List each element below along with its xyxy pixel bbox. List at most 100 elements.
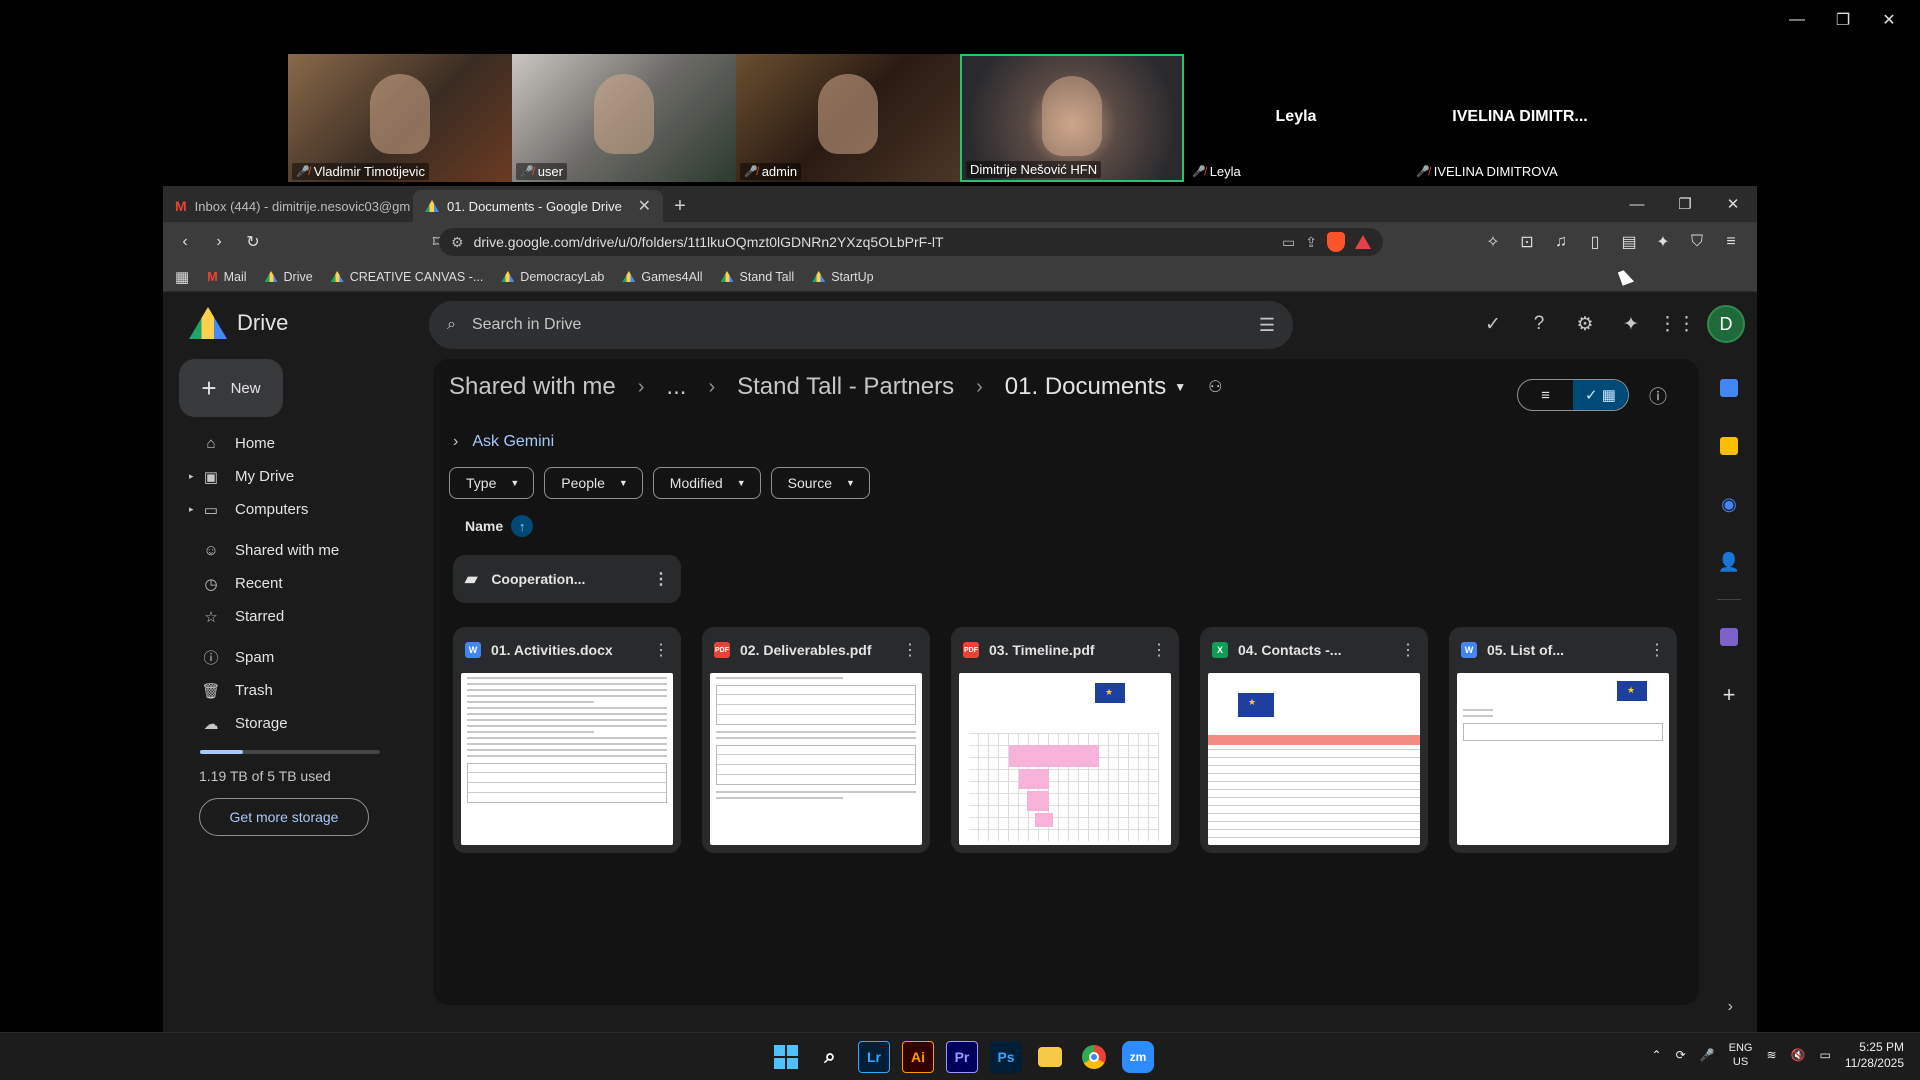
sidebar-item-spam[interactable]: ⓘ Spam	[163, 641, 425, 674]
more-actions-icon[interactable]: ⋮	[1151, 640, 1167, 660]
photoshop-icon[interactable]: Ps	[990, 1041, 1022, 1073]
sync-icon[interactable]: ⟳	[1676, 1048, 1686, 1062]
participant-tile[interactable]: 🎤̸ user	[512, 54, 736, 182]
apps-icon[interactable]: ⋮⋮	[1658, 308, 1696, 340]
settings-icon[interactable]: ⚙	[1569, 308, 1601, 340]
battery-icon[interactable]: ▭	[1819, 1048, 1830, 1062]
breadcrumb-current-folder[interactable]: 01. Documents ▼	[1005, 373, 1186, 401]
addon-icon[interactable]	[1701, 608, 1757, 666]
search-input[interactable]: ⌕ Search in Drive ☰	[429, 301, 1293, 349]
new-tab-button[interactable]: +	[663, 190, 697, 222]
keep-icon[interactable]	[1701, 417, 1757, 475]
file-card[interactable]: PDF 02. Deliverables.pdf ⋮	[702, 627, 930, 853]
bookmark-drive[interactable]: Drive	[264, 270, 313, 284]
get-more-storage-button[interactable]: Get more storage	[199, 798, 369, 836]
more-actions-icon[interactable]: ⋮	[1400, 640, 1416, 660]
file-thumbnail[interactable]	[1457, 673, 1669, 845]
more-actions-icon[interactable]: ⋮	[653, 569, 669, 589]
apps-grid-icon[interactable]: ▦	[175, 268, 189, 286]
language-indicator[interactable]: ENG US	[1729, 1041, 1753, 1069]
close-window-button[interactable]: ✕	[1709, 186, 1757, 222]
list-view-button[interactable]: ≡	[1518, 380, 1573, 410]
premiere-icon[interactable]: Pr	[946, 1041, 978, 1073]
microphone-icon[interactable]: 🎤	[1700, 1048, 1715, 1062]
help-icon[interactable]: ?	[1523, 308, 1555, 340]
get-addons-icon[interactable]: +	[1701, 666, 1757, 724]
reload-icon[interactable]: ↻	[239, 228, 267, 256]
grid-view-button[interactable]: ✓ ▦	[1573, 380, 1628, 410]
calendar-icon[interactable]	[1701, 359, 1757, 417]
sidebar-item-starred[interactable]: ☆ Starred	[163, 600, 425, 633]
breadcrumb-shared-with-me[interactable]: Shared with me	[449, 373, 616, 401]
participant-tile[interactable]: IVELINA DIMITR... 🎤̸ IVELINA DIMITROVA	[1408, 54, 1632, 182]
more-actions-icon[interactable]: ⋮	[653, 640, 669, 660]
minimize-button[interactable]: —	[1613, 186, 1661, 222]
drive-logo[interactable]: Drive	[189, 307, 288, 339]
tasks-icon[interactable]: ◉	[1701, 475, 1757, 533]
arrow-up-icon[interactable]: ↑	[511, 515, 534, 537]
sidebar-item-home[interactable]: ⌂ Home	[163, 427, 425, 460]
close-tab-icon[interactable]: ✕	[638, 196, 651, 216]
expand-caret-icon[interactable]: ▸	[189, 471, 194, 482]
gemini-icon[interactable]: ✦	[1615, 308, 1647, 340]
participant-tile-active-speaker[interactable]: Dimitrije Nešović HFN	[960, 54, 1184, 182]
filter-type[interactable]: Type ▼	[449, 467, 535, 499]
folder-item[interactable]: ▰ Cooperation... ⋮	[453, 555, 681, 603]
sidebar-item-shared-with-me[interactable]: ☺ Shared with me	[163, 534, 425, 567]
tab-drive[interactable]: 01. Documents - Google Drive ✕	[413, 190, 663, 222]
expand-caret-icon[interactable]: ▸	[189, 504, 194, 515]
tab-gmail[interactable]: M Inbox (444) - dimitrije.nesovic03@gm	[163, 190, 413, 222]
wifi-icon[interactable]: ≋	[1766, 1048, 1776, 1062]
participant-tile[interactable]: 🎤̸ admin	[736, 54, 960, 182]
filter-modified[interactable]: Modified ▼	[652, 467, 761, 499]
file-thumbnail[interactable]	[959, 673, 1171, 845]
search-icon[interactable]: ⌕	[814, 1041, 846, 1073]
sidebar-item-my-drive[interactable]: ▸ ▣ My Drive	[163, 460, 425, 493]
sort-by-name[interactable]: Name ↑	[465, 515, 534, 537]
file-thumbnail[interactable]	[1208, 673, 1420, 845]
restore-button[interactable]: ❐	[1661, 186, 1709, 222]
collapse-panel-icon[interactable]: ›	[1728, 998, 1733, 1016]
sidebar-item-computers[interactable]: ▸ ▭ Computers	[163, 493, 425, 526]
clock[interactable]: 5:25 PM 11/28/2025	[1845, 1039, 1904, 1071]
breadcrumb-stand-tall-partners[interactable]: Stand Tall - Partners	[737, 373, 954, 401]
bookmark-creative-canvas[interactable]: CREATIVE CANVAS -...	[330, 270, 483, 284]
shared-folder-icon[interactable]: ⚇	[1208, 377, 1222, 397]
zoom-close-button[interactable]: ✕	[1866, 6, 1912, 34]
brave-rewards-icon[interactable]	[1355, 235, 1371, 249]
volume-muted-icon[interactable]: 🔇	[1791, 1048, 1806, 1062]
zoom-icon[interactable]: zm	[1122, 1041, 1154, 1073]
cast-icon[interactable]: ▭	[1282, 234, 1295, 251]
share-icon[interactable]: ⇪	[1305, 234, 1317, 251]
more-actions-icon[interactable]: ⋮	[902, 640, 918, 660]
avatar[interactable]: D	[1707, 305, 1745, 343]
bookmark-games4all[interactable]: Games4All	[622, 270, 703, 284]
brave-shields-icon[interactable]	[1327, 232, 1345, 252]
lightroom-icon[interactable]: Lr	[858, 1041, 890, 1073]
new-button[interactable]: + New	[179, 359, 283, 417]
sidebar-item-trash[interactable]: 🗑 Trash	[163, 674, 425, 707]
info-icon[interactable]: ⓘ	[1649, 383, 1667, 409]
back-icon[interactable]: ‹	[171, 228, 199, 256]
zoom-restore-button[interactable]: ❐	[1820, 6, 1866, 34]
sidebar-icon[interactable]: ▯	[1581, 228, 1609, 256]
forward-icon[interactable]: ›	[205, 228, 233, 256]
site-info-icon[interactable]: ⚙	[451, 234, 464, 251]
zoom-minimize-button[interactable]: —	[1774, 6, 1820, 34]
filter-source[interactable]: Source ▼	[770, 467, 870, 499]
file-card[interactable]: PDF 03. Timeline.pdf ⋮	[951, 627, 1179, 853]
address-bar[interactable]: ⚙ drive.google.com/drive/u/0/folders/1t1…	[439, 228, 1383, 256]
media-icon[interactable]: ♫	[1547, 228, 1575, 256]
leo-ai-icon[interactable]: ✦	[1649, 228, 1677, 256]
ask-gemini[interactable]: › Ask Gemini	[453, 433, 554, 451]
bookmark-stand-tall[interactable]: Stand Tall	[720, 270, 794, 284]
extensions-icon[interactable]: ✧	[1479, 228, 1507, 256]
reader-icon[interactable]: ⊡	[1513, 228, 1541, 256]
file-card[interactable]: X 04. Contacts -... ⋮	[1200, 627, 1428, 853]
menu-icon[interactable]: ≡	[1717, 228, 1745, 256]
windows-start-icon[interactable]	[770, 1041, 802, 1073]
bookmark-democracylab[interactable]: DemocracyLab	[501, 270, 604, 284]
breadcrumb-more[interactable]: ...	[666, 373, 686, 401]
contacts-icon[interactable]: 👤	[1701, 533, 1757, 591]
more-actions-icon[interactable]: ⋮	[1649, 640, 1665, 660]
